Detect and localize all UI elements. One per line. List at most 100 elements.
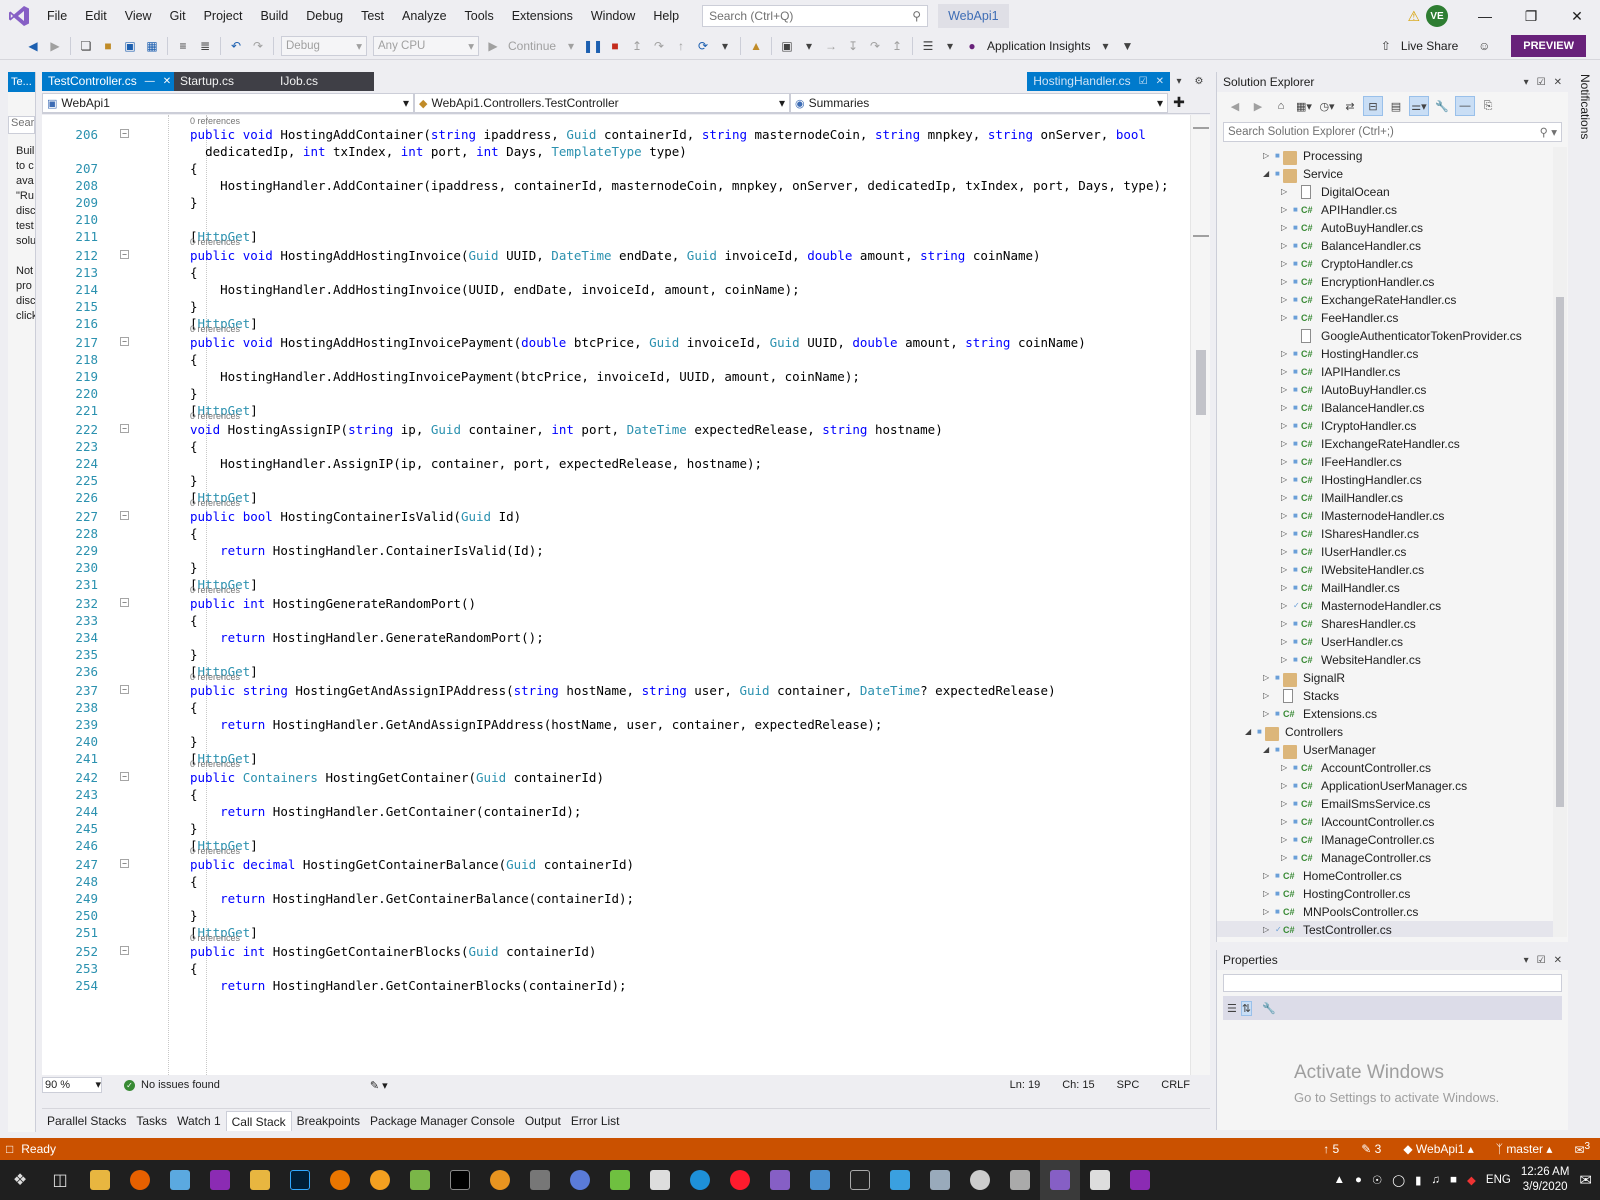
chevron-down-icon[interactable]: ▾ — [561, 36, 581, 56]
tree-item[interactable]: ▷ ■ C# HomeController.cs — [1217, 867, 1553, 885]
code-line[interactable]: 208 HostingHandler.AddContainer(ipaddres… — [42, 177, 1190, 194]
application-insights-button[interactable]: Application Insights — [987, 39, 1090, 53]
collapsed-arrow-icon[interactable]: ▷ — [1281, 273, 1291, 291]
repository-select[interactable]: ◆ WebApi1 ▴ — [1403, 1142, 1473, 1156]
tree-item[interactable]: ▷ ■ C# HostingHandler.cs — [1217, 345, 1553, 363]
tab-error-list[interactable]: Error List — [566, 1111, 625, 1131]
tab-ijob-cs[interactable]: IJob.cs — [274, 72, 374, 91]
code-line[interactable]: 217 − public void HostingAddHostingInvoice… — [42, 334, 1190, 351]
collapse-all-icon[interactable]: ⊟ — [1363, 96, 1383, 116]
scrollbar-thumb[interactable] — [1556, 297, 1564, 807]
notifications-button[interactable]: ✉3 — [1574, 1141, 1590, 1157]
menu-item-extensions[interactable]: Extensions — [503, 0, 582, 32]
collapsed-arrow-icon[interactable]: ▷ — [1263, 147, 1273, 165]
collapsed-arrow-icon[interactable]: ▷ — [1281, 453, 1291, 471]
collapsed-arrow-icon[interactable]: ▷ — [1281, 291, 1291, 309]
tree-item[interactable]: ▷ ■ C# EncryptionHandler.cs — [1217, 273, 1553, 291]
object-select[interactable] — [1223, 974, 1562, 992]
collapsed-arrow-icon[interactable]: ▷ — [1281, 471, 1291, 489]
tree-item[interactable]: ▷ ■ C# APIHandler.cs — [1217, 201, 1553, 219]
play-icon[interactable]: ▶ — [483, 36, 503, 56]
tab-output[interactable]: Output — [520, 1111, 566, 1131]
references-codelens[interactable]: 0 references — [190, 933, 240, 943]
forward-nav-icon[interactable]: ▶ — [45, 36, 65, 56]
menu-item-window[interactable]: Window — [582, 0, 644, 32]
tree-item[interactable]: ▷ ■ C# BalanceHandler.cs — [1217, 237, 1553, 255]
references-codelens[interactable]: 0 references — [190, 237, 240, 247]
share-icon[interactable]: ⇧ — [1376, 36, 1396, 56]
collapse-region-icon[interactable]: − — [120, 511, 129, 520]
menu-item-view[interactable]: View — [116, 0, 161, 32]
restart-icon[interactable]: ⟳ — [693, 36, 713, 56]
code-line[interactable]: 238 { — [42, 699, 1190, 716]
tree-item[interactable]: ▷ ■ Processing — [1217, 147, 1553, 165]
gear-icon[interactable]: ⚙ — [1195, 76, 1204, 87]
code-line[interactable]: 249 return HostingHandler.GetContainerBa… — [42, 890, 1190, 907]
collapsed-arrow-icon[interactable]: ▷ — [1263, 885, 1273, 903]
menu-item-git[interactable]: Git — [161, 0, 195, 32]
code-line[interactable]: 214 HostingHandler.AddHostingInvoice(UUI… — [42, 281, 1190, 298]
tree-item[interactable]: ▷ DigitalOcean — [1217, 183, 1553, 201]
file-explorer-icon[interactable] — [80, 1160, 120, 1200]
code-line[interactable]: dedicatedIp, int txIndex, int port, int … — [42, 143, 1190, 160]
collapsed-arrow-icon[interactable]: ▷ — [1281, 219, 1291, 237]
code-line[interactable]: 239 return HostingHandler.GetAndAssignIP… — [42, 716, 1190, 733]
tree-item[interactable]: ◢ ■ UserManager — [1217, 741, 1553, 759]
tree-item[interactable]: ▷ ✓ C# MasternodeHandler.cs — [1217, 597, 1553, 615]
redo-icon[interactable]: ↷ — [248, 36, 268, 56]
project-select[interactable]: ▣ WebApi1 ▾ — [42, 93, 414, 113]
collapsed-arrow-icon[interactable]: ▷ — [1281, 633, 1291, 651]
collapsed-arrow-icon[interactable]: ▷ — [1281, 201, 1291, 219]
tab-tasks[interactable]: Tasks — [131, 1111, 172, 1131]
toolbar-options-icon[interactable]: ▼ — [1117, 36, 1137, 56]
avatar[interactable]: VE — [1426, 5, 1448, 27]
open-folder-icon[interactable]: ■ — [98, 36, 118, 56]
references-codelens[interactable]: 0 references — [190, 498, 240, 508]
code-line[interactable]: 222 − void HostingAssignIP(string ip, Guid… — [42, 421, 1190, 438]
tab-startup-cs[interactable]: Startup.cs — [174, 72, 274, 91]
firefox-icon[interactable] — [120, 1160, 160, 1200]
expanded-arrow-icon[interactable]: ◢ — [1245, 723, 1255, 741]
collapsed-arrow-icon[interactable]: ▷ — [1281, 363, 1291, 381]
tray-app-icon[interactable]: ● — [1355, 1174, 1362, 1186]
tree-item[interactable]: ▷ ■ C# IMasternodeHandler.cs — [1217, 507, 1553, 525]
keep-open-icon[interactable]: ☑ — [1139, 72, 1148, 91]
solution-configuration-select[interactable]: Debug ▾ — [281, 35, 367, 56]
collapsed-arrow-icon[interactable]: ▷ — [1281, 237, 1291, 255]
sync-icon[interactable]: ⇄ — [1340, 96, 1360, 116]
chevron-down-icon[interactable]: ▾ — [1177, 76, 1182, 87]
collapsed-arrow-icon[interactable]: ▷ — [1281, 525, 1291, 543]
menu-item-file[interactable]: File — [38, 0, 76, 32]
collapsed-arrow-icon[interactable]: ▷ — [1263, 669, 1273, 687]
action-center-icon[interactable]: ✉ — [1579, 1171, 1592, 1189]
collapse-region-icon[interactable]: − — [120, 859, 129, 868]
properties-wrench-icon[interactable]: 🔧 — [1432, 96, 1452, 116]
tree-item[interactable]: ▷ ■ C# SharesHandler.cs — [1217, 615, 1553, 633]
menu-item-edit[interactable]: Edit — [76, 0, 116, 32]
tray-app-icon[interactable]: ■ — [1450, 1174, 1457, 1186]
code-line[interactable]: 229 return HostingHandler.ContainerIsVal… — [42, 542, 1190, 559]
code-line[interactable]: 228 { — [42, 525, 1190, 542]
code-line[interactable]: 230} — [42, 559, 1190, 576]
clock[interactable]: 12:26 AM 3/9/2020 — [1521, 1165, 1570, 1195]
tree-item[interactable]: ◢ ■ Service — [1217, 165, 1553, 183]
app-icon[interactable] — [840, 1160, 880, 1200]
tree-item[interactable]: ▷ ■ C# ApplicationUserManager.cs — [1217, 777, 1553, 795]
tree-item[interactable]: ▷ ■ C# IFeeHandler.cs — [1217, 453, 1553, 471]
collapsed-arrow-icon[interactable]: ▷ — [1263, 867, 1273, 885]
expanded-arrow-icon[interactable]: ◢ — [1263, 165, 1273, 183]
column-indicator[interactable]: Ch: 15 — [1062, 1079, 1094, 1091]
code-line[interactable]: 209} — [42, 194, 1190, 211]
collapse-region-icon[interactable]: − — [120, 598, 129, 607]
photoshop-icon[interactable] — [280, 1160, 320, 1200]
tree-item[interactable]: ▷ ■ C# WebsiteHandler.cs — [1217, 651, 1553, 669]
collapsed-arrow-icon[interactable]: ▷ — [1263, 921, 1273, 937]
tree-item[interactable]: ▷ ■ C# ICryptoHandler.cs — [1217, 417, 1553, 435]
tree-item[interactable]: ▷ ■ C# ISharesHandler.cs — [1217, 525, 1553, 543]
pin-icon[interactable]: ☑ — [1537, 77, 1546, 88]
view-code-icon[interactable]: ⎘ — [1478, 96, 1498, 116]
undo-icon[interactable]: ↶ — [226, 36, 246, 56]
pin-icon[interactable]: ☑ — [1537, 955, 1546, 966]
tree-item[interactable]: ▷ ■ C# Extensions.cs — [1217, 705, 1553, 723]
code-line[interactable]: 248 { — [42, 873, 1190, 890]
